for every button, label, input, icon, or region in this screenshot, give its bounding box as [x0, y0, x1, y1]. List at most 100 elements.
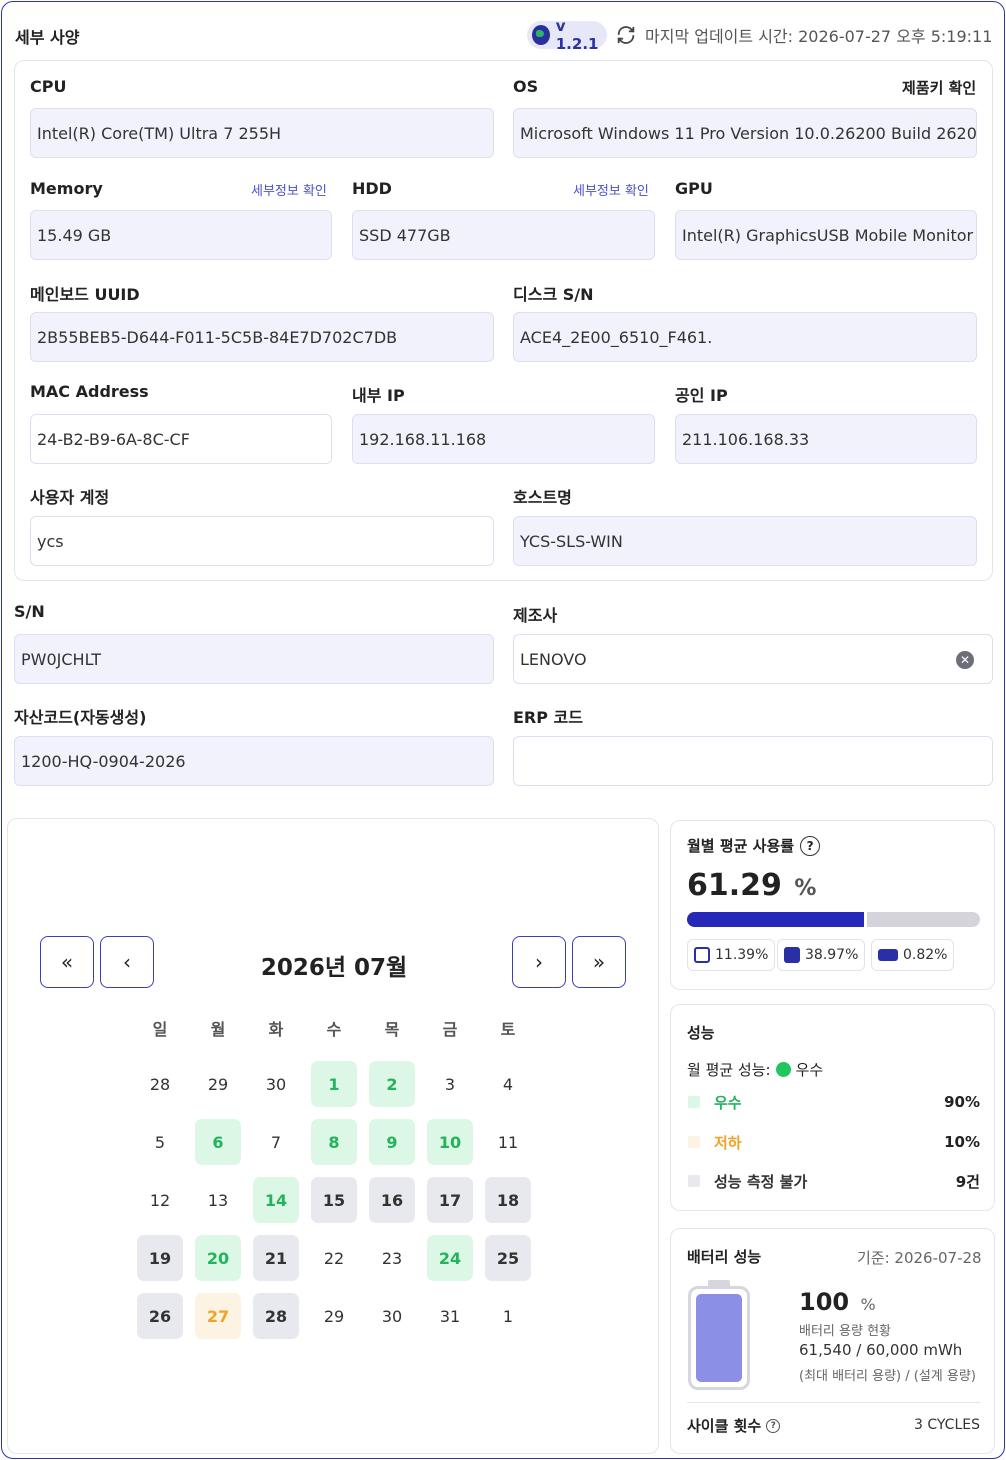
memory-usage-chip: 38.97% — [777, 939, 866, 971]
calendar-day[interactable]: 17 — [427, 1177, 473, 1223]
calendar-day[interactable]: 14 — [253, 1177, 299, 1223]
calendar-day[interactable]: 10 — [427, 1119, 473, 1165]
calendar-day[interactable]: 2 — [369, 1061, 415, 1107]
battery-title: 배터리 성능 — [687, 1248, 762, 1266]
calendar-day[interactable]: 13 — [195, 1177, 241, 1223]
battery-unit: % — [860, 1295, 876, 1314]
calendar-day[interactable]: 22 — [311, 1235, 357, 1281]
clear-icon[interactable]: ✕ — [956, 651, 974, 669]
calendar-day[interactable]: 29 — [311, 1293, 357, 1339]
disk-sn-label: 디스크 S/N — [513, 285, 594, 304]
usage-value-row: 61.29 % — [687, 868, 816, 903]
calendar-day[interactable]: 29 — [195, 1061, 241, 1107]
legend-good: 우수 90% — [688, 1091, 980, 1113]
disk-sn-field: ACE4_2E00_6510_F461. — [513, 312, 977, 362]
maker-label: 제조사 — [513, 606, 558, 625]
status-dot-icon — [775, 1062, 791, 1077]
cpu-usage: 11.39% — [715, 947, 769, 963]
calendar-day[interactable]: 24 — [427, 1235, 473, 1281]
usage-title-row: 월별 평균 사용률 ? — [687, 835, 821, 856]
memory-label: Memory — [30, 179, 103, 198]
calendar-day[interactable]: 30 — [369, 1293, 415, 1339]
uuid-label: 메인보드 UUID — [30, 285, 140, 304]
calendar-day[interactable]: 5 — [137, 1119, 183, 1165]
sn-field: PW0JCHLT — [14, 634, 494, 684]
calendar-day[interactable]: 28 — [253, 1293, 299, 1339]
calendar-day[interactable]: 12 — [137, 1177, 183, 1223]
monthly-performance-value: 우수 — [795, 1061, 824, 1079]
first-month-button[interactable]: « — [40, 936, 94, 988]
calendar-day[interactable]: 16 — [369, 1177, 415, 1223]
maker-input[interactable]: LENOVO ✕ — [513, 634, 993, 684]
refresh-icon[interactable] — [615, 24, 637, 46]
calendar-day[interactable]: 27 — [195, 1293, 241, 1339]
calendar-day[interactable]: 18 — [485, 1177, 531, 1223]
asset-code-label: 자산코드(자동생성) — [14, 708, 147, 727]
capacity-label: 배터리 용량 현황 — [799, 1324, 891, 1339]
battery-level-fill — [696, 1294, 742, 1382]
calendar-day[interactable]: 21 — [253, 1235, 299, 1281]
mac-label: MAC Address — [30, 382, 149, 401]
calendar-day[interactable]: 19 — [137, 1235, 183, 1281]
calendar-day[interactable]: 6 — [195, 1119, 241, 1165]
last-update-text: 마지막 업데이트 시간: 2026-07-27 오후 5:19:11 — [645, 27, 993, 46]
capacity-note: (최대 배터리 용량) / (설계 용량) — [799, 1369, 976, 1384]
weekday-label: 수 — [326, 1020, 342, 1039]
calendar-day[interactable]: 20 — [195, 1235, 241, 1281]
cycle-label: 사이클 횟수 — [687, 1417, 762, 1435]
gpu-label: GPU — [675, 179, 713, 198]
info-icon[interactable]: ? — [766, 1418, 781, 1433]
help-icon[interactable]: ? — [800, 835, 821, 856]
user-label: 사용자 계정 — [30, 488, 110, 507]
calendar-day[interactable]: 15 — [311, 1177, 357, 1223]
calendar-day[interactable]: 7 — [253, 1119, 299, 1165]
calendar-day[interactable]: 26 — [137, 1293, 183, 1339]
calendar-day[interactable]: 30 — [253, 1061, 299, 1107]
usage-value: 61.29 — [687, 868, 782, 903]
weekday-label: 금 — [442, 1020, 458, 1039]
sn-label: S/N — [14, 602, 45, 621]
calendar-day[interactable]: 1 — [311, 1061, 357, 1107]
calendar-day[interactable]: 11 — [485, 1119, 531, 1165]
hdd-detail-link[interactable]: 세부정보 확인 — [573, 180, 649, 199]
gpu-usage: 0.82% — [903, 947, 948, 963]
battery-value-row: 100 % — [799, 1288, 876, 1316]
calendar-day[interactable]: 23 — [369, 1235, 415, 1281]
weekday-label: 화 — [268, 1020, 284, 1039]
erp-input[interactable] — [513, 736, 993, 786]
hdd-field: SSD 477GB — [352, 210, 655, 260]
gpu-field: Intel(R) GraphicsUSB Mobile Monitor — [675, 210, 977, 260]
calendar-day[interactable]: 8 — [311, 1119, 357, 1165]
spec-panel: 세부 사양 v 1.2.1 마지막 업데이트 시간: 2026-07-27 오후… — [1, 1, 1005, 1459]
weekday-label: 일 — [152, 1020, 168, 1039]
host-label: 호스트명 — [513, 488, 572, 507]
version-text: v 1.2.1 — [555, 17, 599, 53]
calendar-day[interactable]: 28 — [137, 1061, 183, 1107]
monthly-performance: 월 평균 성능: 우수 — [687, 1059, 823, 1080]
user-field: ycs — [30, 516, 494, 566]
calendar-day[interactable]: 31 — [427, 1293, 473, 1339]
battery-divider — [687, 1402, 980, 1403]
prev-month-button[interactable]: ‹ — [100, 936, 154, 988]
mac-field: 24-B2-B9-6A-8C-CF — [30, 414, 332, 464]
calendar-day[interactable]: 3 — [427, 1061, 473, 1107]
legend-good-swatch — [688, 1096, 700, 1108]
calendar-day[interactable]: 4 — [485, 1061, 531, 1107]
weekday-label: 토 — [500, 1020, 516, 1039]
product-key-link[interactable]: 제품키 확인 — [902, 77, 976, 98]
legend-unmeasured-value: 9건 — [955, 1172, 980, 1191]
public-ip-label: 공인 IP — [675, 386, 728, 405]
legend-degraded-value: 10% — [944, 1133, 980, 1151]
calendar-day[interactable]: 25 — [485, 1235, 531, 1281]
battery-value: 100 — [799, 1288, 850, 1316]
next-month-button[interactable]: › — [512, 936, 566, 988]
calendar-day[interactable]: 9 — [369, 1119, 415, 1165]
weekday-label: 목 — [384, 1020, 400, 1039]
last-month-button[interactable]: » — [572, 936, 626, 988]
version-badge: v 1.2.1 — [527, 17, 607, 53]
usage-title: 월별 평균 사용률 — [687, 837, 795, 855]
calendar-day[interactable]: 1 — [485, 1293, 531, 1339]
calendar-title: 2026년 07월 — [260, 955, 408, 981]
memory-detail-link[interactable]: 세부정보 확인 — [251, 180, 327, 199]
last-update: 마지막 업데이트 시간: 2026-07-27 오후 5:19:11 — [615, 22, 992, 48]
